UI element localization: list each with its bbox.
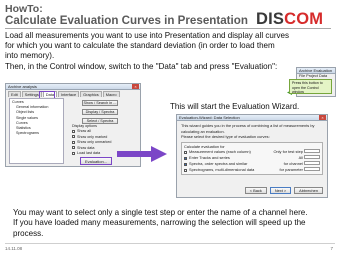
intro-line: into memory). — [5, 51, 55, 61]
row-label: Spectra, order spectra and similar — [189, 161, 248, 167]
show-search-button[interactable]: Show / Search in ... — [82, 100, 118, 106]
checkbox[interactable] — [184, 168, 187, 172]
row-label: Measurement values (each column) — [189, 149, 251, 155]
row-label: Enter Tracks and series — [189, 155, 230, 161]
wizard-body: This wizard guides you in the process of… — [177, 121, 327, 177]
evaluation-button[interactable]: Evaluation... — [80, 157, 112, 165]
intro-text: Load all measurements you want to use in… — [5, 31, 335, 72]
option-label: Show all — [77, 129, 91, 134]
row-dropdown[interactable] — [304, 155, 320, 160]
bottom-line: process. — [13, 228, 44, 238]
cancel-button[interactable]: Abbrechen — [294, 187, 323, 194]
row-input[interactable] — [304, 167, 320, 172]
logo-text-left: DIS — [256, 10, 285, 28]
intro-line: for which you want to calculate the stan… — [5, 41, 275, 51]
selection-frame: Calculate evaluation for Measurement val… — [181, 141, 323, 175]
checkbox[interactable] — [72, 151, 75, 155]
tab-graphics[interactable]: Graphics — [80, 91, 102, 97]
close-icon[interactable]: × — [319, 115, 326, 120]
slide: HowTo: Calculate Evaluation Curves in Pr… — [0, 0, 340, 255]
checkbox[interactable] — [184, 150, 187, 154]
data-tree[interactable]: Curves General information Object lists … — [9, 98, 64, 164]
tab-bar: Edit Settings Data Interface Graphics Ma… — [6, 90, 140, 97]
row-input[interactable] — [304, 161, 320, 166]
checkbox-checked[interactable] — [184, 156, 187, 160]
row-right-label: Only for test step — [273, 149, 303, 155]
footer: 14.11.08 7 — [0, 243, 340, 255]
check-label: Show data — [77, 145, 95, 150]
close-icon[interactable]: × — [132, 84, 139, 89]
footer-date: 14.11.08 — [5, 246, 23, 251]
check-label: Load last data — [77, 151, 101, 156]
row-right-label: for channel — [283, 161, 303, 167]
bottom-line: If you have loaded many measurements, na… — [13, 218, 306, 228]
option-label: Show only unmarked — [77, 140, 112, 145]
radio[interactable] — [72, 140, 75, 144]
intro-line: Then, in the Control window, switch to t… — [5, 61, 278, 71]
radio[interactable] — [72, 135, 75, 139]
logo-text-right: COM — [284, 10, 324, 28]
row-label: Spectrograms, multi-dimensional data — [189, 167, 255, 173]
radio[interactable] — [72, 129, 75, 133]
wizard-prompt: Please select the desired type of evalua… — [181, 134, 270, 139]
title-divider — [5, 28, 331, 29]
evaluation-wizard-window: Evaluation-Wizard: Data Selection × This… — [176, 114, 328, 198]
wizard-intro: This wizard guides you in the process of… — [181, 123, 315, 134]
page-number: 7 — [330, 246, 333, 251]
tab-edit[interactable]: Edit — [8, 91, 21, 97]
checkbox[interactable] — [72, 146, 75, 150]
option-label: Show only marked — [77, 134, 108, 139]
selection-row[interactable]: Spectrograms, multi-dimensional data for … — [184, 167, 320, 173]
checkbox-checked[interactable] — [184, 162, 187, 166]
next-button[interactable]: Next > — [269, 187, 292, 194]
tree-item[interactable]: Spectrograms — [12, 131, 61, 136]
bottom-text: You may want to select only a single tes… — [13, 208, 335, 239]
tab-macro[interactable]: Macro — [102, 91, 120, 97]
intro-line: Load all measurements you want to use in… — [5, 31, 290, 40]
display-spectra-button[interactable]: Display / Spectra — [82, 109, 118, 115]
row-right-label: for parameter — [279, 167, 303, 173]
purple-arrow-icon — [117, 146, 167, 162]
row-right-label: All — [298, 155, 303, 161]
row-input[interactable] — [304, 149, 320, 154]
page-title: Calculate Evaluation Curves in Presentat… — [5, 14, 248, 27]
footer-divider — [5, 243, 335, 244]
back-button[interactable]: < Back — [244, 187, 267, 194]
wizard-buttons: < Back Next > Abbrechen — [244, 187, 323, 194]
discom-logo: DISCOM — [256, 10, 323, 29]
bottom-line: You may want to select only a single tes… — [13, 208, 308, 217]
callout-box: Press this button to open the Control wi… — [289, 79, 332, 94]
tab-interface[interactable]: Interface — [58, 91, 80, 97]
wizard-caption: This will start the Evaluation Wizard. — [170, 102, 300, 111]
